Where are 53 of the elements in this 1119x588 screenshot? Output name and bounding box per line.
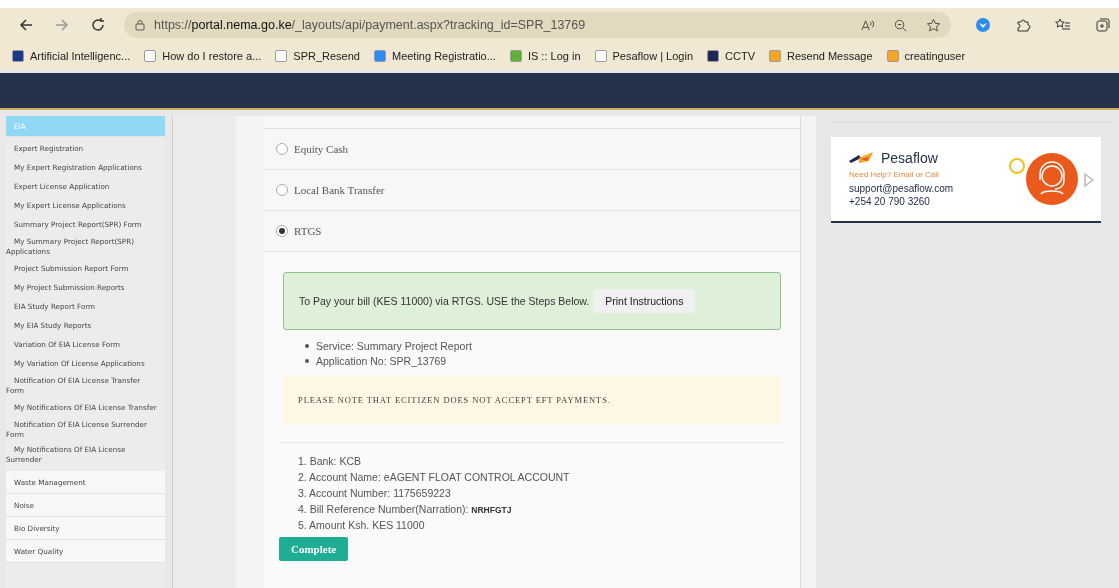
- favicon-icon: [12, 50, 24, 62]
- support-phone: +254 20 790 3260: [849, 195, 931, 208]
- back-icon[interactable]: [18, 17, 34, 33]
- puzzle-icon[interactable]: [1015, 17, 1031, 33]
- help-tagline: Need Help? Email or Call: [849, 170, 940, 179]
- step-text: 5. Amount Ksh. KES 11000: [298, 518, 426, 533]
- refresh-icon[interactable]: [90, 17, 106, 33]
- detail-text: Service: Summary Project Report: [316, 339, 472, 352]
- bookmark-item[interactable]: IS :: Log in: [509, 50, 581, 62]
- payment-option[interactable]: RTGS: [276, 225, 322, 237]
- bullet-icon: [305, 358, 309, 363]
- bookmark-item[interactable]: creatinguser: [886, 50, 966, 62]
- bookmark-item[interactable]: Artificial Intelligenc...: [12, 50, 131, 62]
- print-instructions-button[interactable]: Print Instructions: [593, 289, 696, 313]
- alert-message: To Pay your bill (KES 11000) via RTGS. USE the Steps Below.: [299, 295, 590, 307]
- favorite-add-icon[interactable]: [926, 17, 941, 33]
- favicon-icon: [886, 50, 899, 62]
- logo-icon: [849, 152, 875, 164]
- bullet-icon: [305, 343, 309, 348]
- radio-button[interactable]: [276, 143, 288, 155]
- bookmark-item[interactable]: How do I restore a...: [144, 50, 262, 62]
- address-bar[interactable]: https://portal.nema.go.ke/_layouts/api/payment.aspx?tracking_id=SPR_13769: [124, 12, 951, 38]
- bookmark-item[interactable]: CCTV: [707, 50, 755, 62]
- favicon-icon: [707, 50, 720, 62]
- detail-text: Application No: SPR_13769: [316, 354, 447, 367]
- support-email: support@pesaflow.com: [849, 182, 955, 195]
- url-text: https://portal.nema.go.ke/_layouts/api/payment.aspx?tracking_id=SPR_13769: [154, 18, 586, 32]
- zoom-icon[interactable]: [893, 17, 908, 33]
- step-text: 3. Account Number: 1175659223: [298, 486, 452, 501]
- favicon-icon: [769, 50, 781, 62]
- step-text: 4. Bill Reference Number(Narration): NRHFGTJ: [298, 502, 513, 517]
- favicon-icon: [144, 50, 157, 62]
- payment-option[interactable]: Equity Cash: [276, 143, 349, 155]
- bookmark-item[interactable]: Pesaflow | Login: [594, 50, 694, 62]
- favicon-icon: [594, 50, 607, 62]
- radio-button[interactable]: [276, 225, 288, 237]
- payment-option[interactable]: Local Bank Transfer: [276, 184, 385, 196]
- read-aloud-icon[interactable]: [860, 17, 875, 33]
- warning-text: PLEASE NOTE THAT ECITIZEN DOES NOT ACCEPT EFT PAYMENTS.: [298, 395, 611, 405]
- bookmark-item[interactable]: Meeting Registratio...: [373, 50, 496, 62]
- extension-icon[interactable]: [975, 17, 991, 33]
- bookmark-item[interactable]: SPR_Resend: [275, 50, 360, 62]
- favorites-icon[interactable]: [1055, 17, 1071, 33]
- collections-icon[interactable]: [1095, 17, 1111, 33]
- favicon-icon: [275, 50, 288, 62]
- favicon-icon: [373, 50, 386, 62]
- brand-name: Pesaflow: [881, 150, 938, 166]
- step-text: 2. Account Name: eAGENT FLOAT CONTROL ACCOUNT: [298, 470, 571, 485]
- favicon-icon: [509, 50, 522, 62]
- bookmark-item[interactable]: Resend Message: [769, 50, 873, 62]
- radio-button[interactable]: [276, 184, 288, 196]
- step-text: 1. Bank: KCB: [298, 454, 363, 469]
- lock-icon: [134, 19, 146, 31]
